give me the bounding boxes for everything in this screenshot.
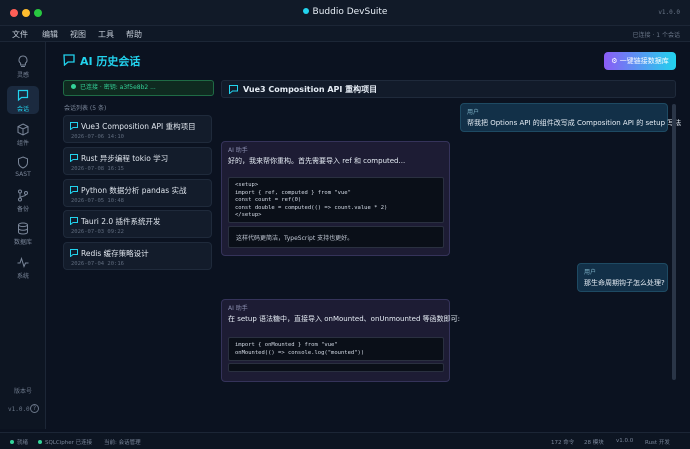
chat-title: Vue3 Composition API 重构项目 [243, 85, 378, 94]
message-followup: 这样代码更简洁，TypeScript 支持也更好。 [228, 226, 444, 248]
chat-header: Vue3 Composition API 重构项目 [221, 80, 676, 98]
sidebar-item-label: 灵感 [16, 72, 29, 79]
message-role: AI 助手 [228, 305, 248, 312]
branch-icon [18, 189, 28, 202]
menu-tools[interactable]: 工具 [98, 29, 114, 40]
status-dot-icon [71, 84, 76, 89]
session-date: 2026-07-03 09:22 [71, 229, 124, 235]
status-language: Rust 开发 [645, 440, 670, 446]
message-text: 在 setup 语法糖中，直接导入 onMounted、onUnmounted … [228, 315, 460, 323]
pulse-icon [17, 256, 29, 268]
session-title: Tauri 2.0 插件系统开发 [81, 217, 161, 226]
chat-icon [70, 249, 78, 257]
lightbulb-icon [18, 55, 28, 67]
menu-view[interactable]: 视图 [70, 29, 86, 40]
session-item[interactable]: Rust 异步编程 tokio 学习 2026-07-08 16:15 [63, 147, 212, 175]
sidebar-item-label: 数据库 [13, 239, 32, 246]
sidebar: 灵感 会话 组件 SAST 备份 数据库 系统 版本号 v1.0.0 ? [0, 42, 46, 429]
user-message: 用户 那生命周期钩子怎么处理? [577, 263, 668, 292]
sidebar-item-inspiration[interactable]: 灵感 [7, 52, 39, 80]
chat-icon [229, 85, 238, 94]
session-title: Python 数据分析 pandas 实战 [81, 186, 187, 195]
status-commands: 172 命令 [551, 440, 575, 446]
session-date: 2026-07-08 16:15 [71, 166, 124, 172]
sidebar-item-label: 备份 [16, 206, 29, 213]
user-message: 用户 帮我把 Options API 的组件改写成 Composition AP… [460, 103, 681, 132]
chat-icon [70, 186, 78, 194]
session-title: Vue3 Composition API 重构项目 [81, 122, 196, 131]
code-block: <setup> import { ref, computed } from "v… [228, 177, 444, 223]
chat-icon [17, 89, 29, 102]
title-bar: Buddio DevSuite v1.0.0 [0, 0, 690, 26]
status-dot-icon [10, 440, 14, 444]
menu-file[interactable]: 文件 [12, 29, 28, 40]
status-bar: 就绪 SQLCipher 已连接 当前: 会话管理 172 命令 28 模块 v… [0, 432, 690, 449]
sidebar-item-components[interactable]: 组件 [7, 120, 39, 148]
message-text: 那生命周期钩子怎么处理? [584, 279, 665, 287]
cube-icon [17, 123, 29, 136]
message-text: 好的，我来帮你重构。首先需要导入 ref 和 computed... [228, 157, 406, 165]
session-list-header: 会话列表 (5 条) [64, 105, 107, 112]
message-role: 用户 [584, 269, 597, 276]
sidebar-item-label: 系统 [16, 273, 29, 280]
connect-database-button[interactable]: ⚙ 一键链接数据库 [604, 52, 676, 70]
page-title: AI 历史会话 [80, 55, 141, 68]
message-role: AI 助手 [228, 147, 248, 154]
session-date: 2026-07-05 10:48 [71, 198, 124, 204]
sidebar-item-system[interactable]: 系统 [7, 253, 39, 281]
menu-status: 已连接 · 1 个会话 [632, 32, 680, 39]
sidebar-item-label: 会话 [16, 106, 29, 113]
session-item[interactable]: Redis 缓存策略设计 2026-07-04 20:16 [63, 242, 212, 270]
chat-icon [63, 54, 75, 66]
chat-icon [70, 154, 78, 162]
app-title: Buddio DevSuite [0, 7, 690, 17]
status-current: 当前: 会话管理 [104, 440, 141, 446]
message-role: 用户 [467, 109, 480, 116]
chat-icon [70, 217, 78, 225]
status-modules: 28 模块 [584, 440, 604, 446]
sidebar-item-database[interactable]: 数据库 [7, 219, 39, 247]
sidebar-item-label: SAST [15, 171, 31, 178]
session-date: 2026-07-04 20:16 [71, 261, 124, 267]
menu-bar: 文件 编辑 视图 工具 帮助 已连接 · 1 个会话 [0, 26, 690, 42]
sidebar-item-label: 组件 [16, 140, 29, 147]
menu-help[interactable]: 帮助 [126, 29, 142, 40]
ai-message: AI 助手 好的，我来帮你重构。首先需要导入 ref 和 computed...… [221, 141, 450, 256]
session-item[interactable]: Python 数据分析 pandas 实战 2026-07-05 10:48 [63, 179, 212, 207]
session-date: 2026-07-06 14:10 [71, 134, 124, 140]
sidebar-item-sast[interactable]: SAST [7, 153, 39, 181]
database-icon [18, 222, 28, 235]
shield-icon [18, 156, 28, 169]
version-label: 版本号 [13, 388, 32, 395]
app-version: v1.0.0 [658, 9, 680, 16]
chat-scrollbar[interactable] [672, 104, 676, 380]
connection-status: 已连接 · 密钥: a3f5e8b2 ... [63, 80, 214, 96]
session-item[interactable]: Vue3 Composition API 重构项目 2026-07-06 14:… [63, 115, 212, 143]
help-icon[interactable]: ? [30, 404, 39, 413]
message-text: 帮我把 Options API 的组件改写成 Composition API 的… [467, 119, 682, 127]
message-followup [228, 363, 444, 372]
status-ready: 就绪 [10, 438, 28, 446]
menu-edit[interactable]: 编辑 [42, 29, 58, 40]
session-title: Redis 缓存策略设计 [81, 249, 149, 258]
status-version: v1.0.0 [616, 438, 634, 444]
code-block: import { onMounted } from "vue" onMounte… [228, 337, 444, 361]
status-db: SQLCipher 已连接 [38, 438, 92, 446]
session-item[interactable]: Tauri 2.0 插件系统开发 2026-07-03 09:22 [63, 210, 212, 238]
sidebar-item-sessions[interactable]: 会话 [7, 86, 39, 114]
sidebar-item-backup[interactable]: 备份 [7, 186, 39, 214]
sidebar-version: v1.0.0 [8, 406, 30, 413]
ai-message: AI 助手 在 setup 语法糖中，直接导入 onMounted、onUnmo… [221, 299, 460, 382]
app-dot-icon [302, 8, 309, 14]
status-dot-icon [38, 440, 42, 444]
chat-icon [70, 122, 78, 130]
session-title: Rust 异步编程 tokio 学习 [81, 154, 169, 163]
